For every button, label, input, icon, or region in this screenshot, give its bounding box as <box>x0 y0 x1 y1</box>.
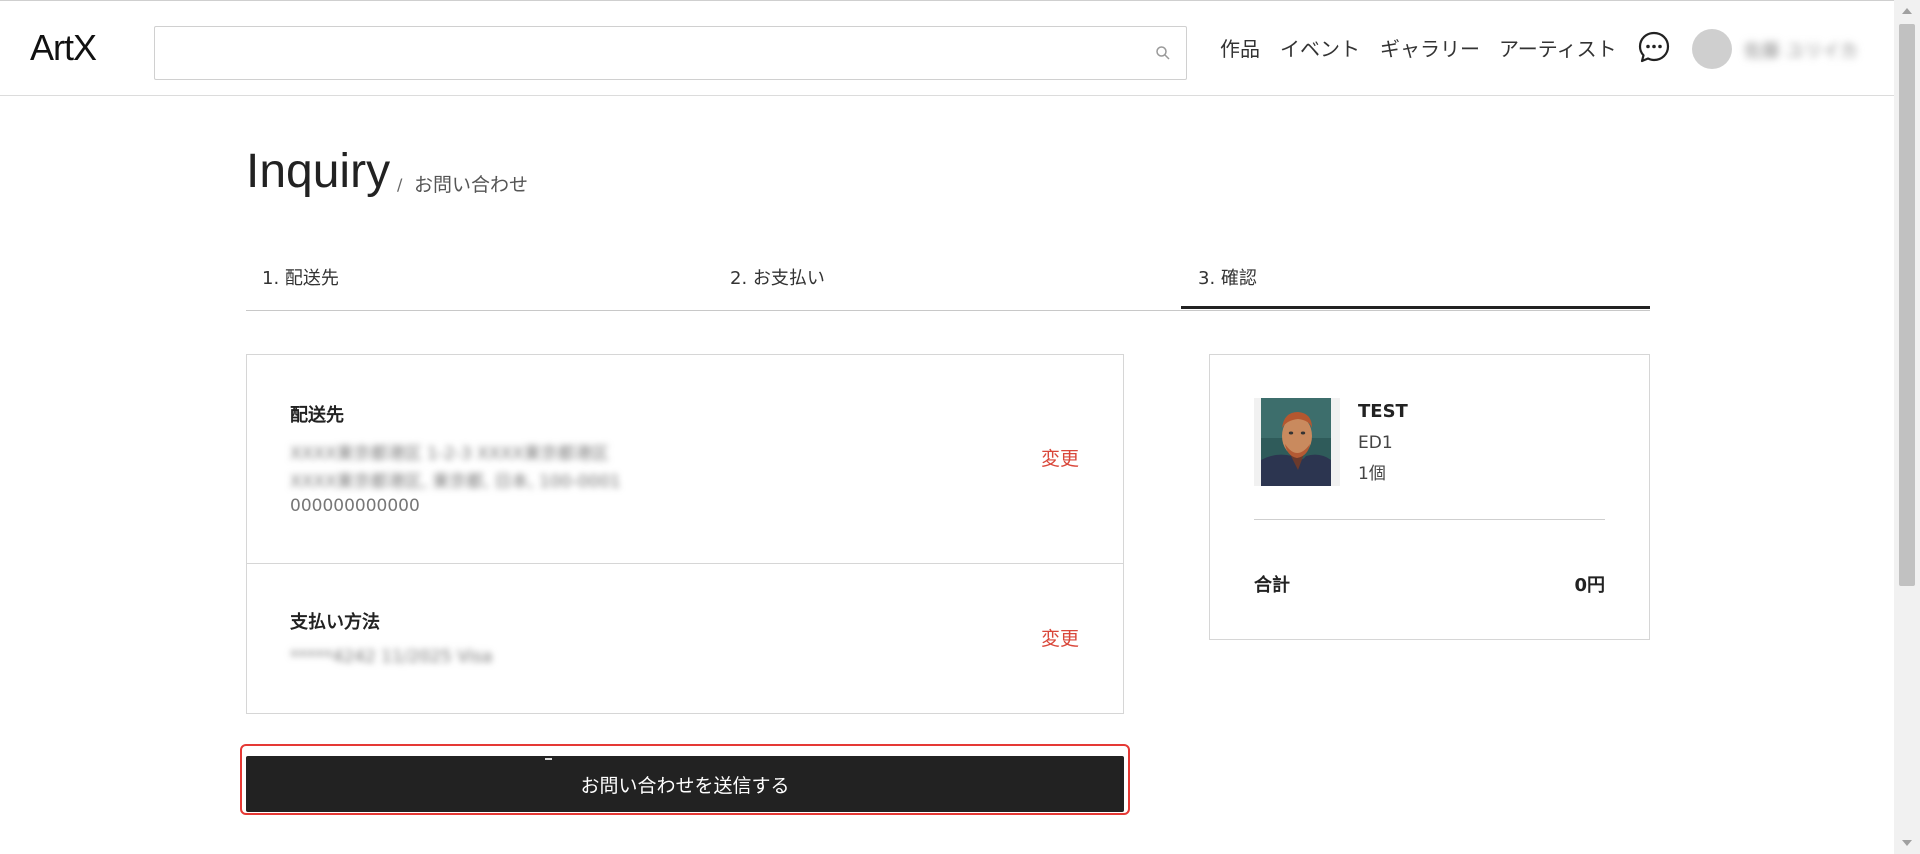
artwork-thumbnail[interactable] <box>1254 398 1340 486</box>
payment-card-info: *****4242 11/2025 Visa <box>290 647 493 667</box>
checkout-steps: 1. 配送先 2. お支払い 3. 確認 <box>246 260 1650 311</box>
total-label: 合計 <box>1254 575 1290 596</box>
username[interactable]: 佐藤 ユリイカ <box>1744 37 1864 62</box>
submit-inquiry-button[interactable]: お問い合わせを送信する <box>246 756 1124 812</box>
search-box[interactable] <box>154 26 1187 80</box>
nav-galleries[interactable]: ギャラリー <box>1380 33 1480 62</box>
shipping-section-title: 配送先 <box>290 405 344 426</box>
card-divider <box>247 563 1123 564</box>
shipping-address-line1: XXXX東京都港区 1-2-3 XXXX東京都港区 <box>290 444 609 464</box>
page-title: Inquiry <box>246 145 391 198</box>
search-input[interactable] <box>165 35 1129 73</box>
shipping-address-line2: XXXX東京都港区, 東京都, 日本, 100-0001 <box>290 472 621 492</box>
summary-divider <box>1254 519 1605 520</box>
avatar[interactable] <box>1692 29 1732 69</box>
title-separator: / <box>397 175 403 194</box>
change-shipping-link[interactable]: 変更 <box>1041 444 1079 471</box>
scroll-down-arrow-icon[interactable] <box>1902 840 1912 846</box>
text-cursor-mark <box>545 758 552 760</box>
scroll-up-arrow-icon[interactable] <box>1902 8 1912 14</box>
step-payment[interactable]: 2. お支払い <box>730 264 825 290</box>
product-edition: ED1 <box>1358 433 1393 453</box>
top-header: ArtX 作品 イベント ギャラリー アーティスト 佐藤 ユリイカ <box>0 0 1894 96</box>
step-shipping[interactable]: 1. 配送先 <box>262 264 339 290</box>
nav-works[interactable]: 作品 <box>1220 33 1260 62</box>
payment-section-title: 支払い方法 <box>290 612 380 633</box>
product-name: TEST <box>1358 401 1408 422</box>
total-value: 0円 <box>1574 575 1605 596</box>
order-summary-card: TEST ED1 1個 合計 0円 <box>1209 354 1650 640</box>
step-confirm[interactable]: 3. 確認 <box>1198 264 1257 290</box>
scrollbar-thumb[interactable] <box>1899 24 1915 586</box>
shipping-phone: 000000000000 <box>290 496 420 516</box>
confirmation-details-card: 配送先 XXXX東京都港区 1-2-3 XXXX東京都港区 XXXX東京都港区,… <box>246 354 1124 714</box>
nav-artists[interactable]: アーティスト <box>1499 33 1617 62</box>
page-subtitle: お問い合わせ <box>414 174 529 196</box>
chat-icon[interactable] <box>1637 30 1671 64</box>
search-icon[interactable] <box>1154 44 1172 62</box>
nav-events[interactable]: イベント <box>1280 33 1360 62</box>
product-quantity: 1個 <box>1358 464 1386 484</box>
scrollbar[interactable] <box>1894 0 1920 854</box>
artx-logo[interactable]: ArtX <box>30 27 97 69</box>
active-step-indicator <box>1181 306 1650 309</box>
change-payment-link[interactable]: 変更 <box>1041 624 1079 651</box>
